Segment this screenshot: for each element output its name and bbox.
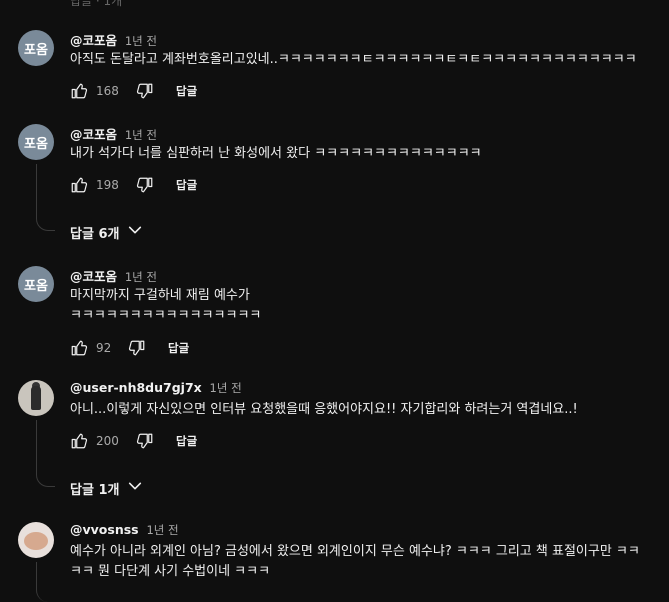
- comment-text-line-2: ㅋㅋㅋㅋㅋㅋㅋㅋㅋㅋㅋㅋㅋㅋㅋㅋ: [70, 308, 262, 323]
- replies-toggle-button[interactable]: 답글 1개: [70, 478, 143, 498]
- replies-toggle-label: 답글 1개: [70, 482, 120, 498]
- comment-time[interactable]: 1년 전: [125, 128, 157, 142]
- thread-connector: [36, 562, 55, 602]
- comment-text: 마지막까지 구걸하네 재림 예수가: [70, 288, 250, 303]
- comment-actions: 92 답글: [70, 337, 189, 359]
- comment-text: 예수가 아니라 외계인 아님? 금성에서 왔으면 외계인이지 무슨 예수냐? ㅋ…: [70, 544, 640, 559]
- comment-text-line-2: ㅋㅋ 뭔 다단계 사기 수법이네 ㅋㅋㅋ: [70, 564, 271, 579]
- comment-time[interactable]: 1년 전: [125, 270, 157, 284]
- chevron-down-icon: [119, 478, 143, 498]
- comment-actions: 200 답글: [70, 430, 197, 452]
- comment-actions: 168 답글: [70, 80, 197, 102]
- author-name[interactable]: @코포옴: [70, 269, 117, 284]
- comment-text: 아직도 돈달라고 계좌번호올리고있네..ㅋㅋㅋㅋㅋㅋㅋㅌㅋㅋㅋㅋㅋㅋㅌㅋㅌㅋㅋㅋ…: [70, 52, 637, 67]
- thumbs-up-icon[interactable]: [70, 339, 88, 357]
- thumbs-up-icon[interactable]: [70, 176, 88, 194]
- author-name[interactable]: @vvosnss: [70, 522, 139, 537]
- reply-button[interactable]: 답글: [176, 83, 197, 99]
- avatar[interactable]: [18, 522, 54, 558]
- comment-header: @user-nh8du7gj7x 1년 전: [70, 380, 242, 396]
- replies-toggle-label: 답글 6개: [70, 226, 120, 242]
- avatar[interactable]: [18, 380, 54, 416]
- like-count: 92: [96, 341, 112, 355]
- comment-actions: 198 답글: [70, 174, 197, 196]
- reply-button[interactable]: 답글: [168, 340, 189, 356]
- reply-button[interactable]: 답글: [176, 433, 197, 449]
- comment-text: 아니...이렇게 자신있으면 인터뷰 요청했을때 응했어야지요!! 자기합리와 …: [70, 402, 578, 417]
- thumbs-up-icon[interactable]: [70, 432, 88, 450]
- comment-header: @코포옴 1년 전: [70, 30, 157, 49]
- thumbs-down-icon[interactable]: [136, 82, 154, 100]
- like-count: 168: [96, 84, 119, 98]
- author-name[interactable]: @user-nh8du7gj7x: [70, 380, 202, 395]
- chevron-down-icon: [119, 222, 143, 242]
- comment-time[interactable]: 1년 전: [210, 381, 242, 395]
- thumbs-down-icon[interactable]: [136, 176, 154, 194]
- partial-reply-toggle: 답글 · 1개: [70, 0, 123, 8]
- avatar[interactable]: 포옴: [18, 124, 54, 160]
- avatar[interactable]: 포옴: [18, 266, 54, 302]
- comment-header: @코포옴 1년 전: [70, 266, 157, 285]
- comment-text: 내가 석가다 너를 심판하러 난 화성에서 왔다 ㅋㅋㅋㅋㅋㅋㅋㅋㅋㅋㅋㅋㅋㅋ: [70, 146, 482, 161]
- reply-button[interactable]: 답글: [176, 177, 197, 193]
- thread-connector: [36, 420, 55, 487]
- avatar[interactable]: 포옴: [18, 30, 54, 66]
- replies-toggle-button[interactable]: 답글 6개: [70, 222, 143, 242]
- comment-time[interactable]: 1년 전: [125, 34, 157, 48]
- like-count: 200: [96, 434, 119, 448]
- author-name[interactable]: @코포옴: [70, 127, 117, 142]
- thumbs-up-icon[interactable]: [70, 82, 88, 100]
- comment-header: @코포옴 1년 전: [70, 124, 157, 143]
- author-name[interactable]: @코포옴: [70, 33, 117, 48]
- thread-connector: [36, 164, 55, 231]
- like-count: 198: [96, 178, 119, 192]
- thumbs-down-icon[interactable]: [136, 432, 154, 450]
- comment-header: @vvosnss 1년 전: [70, 522, 179, 538]
- comment-time[interactable]: 1년 전: [146, 523, 178, 537]
- thumbs-down-icon[interactable]: [128, 339, 146, 357]
